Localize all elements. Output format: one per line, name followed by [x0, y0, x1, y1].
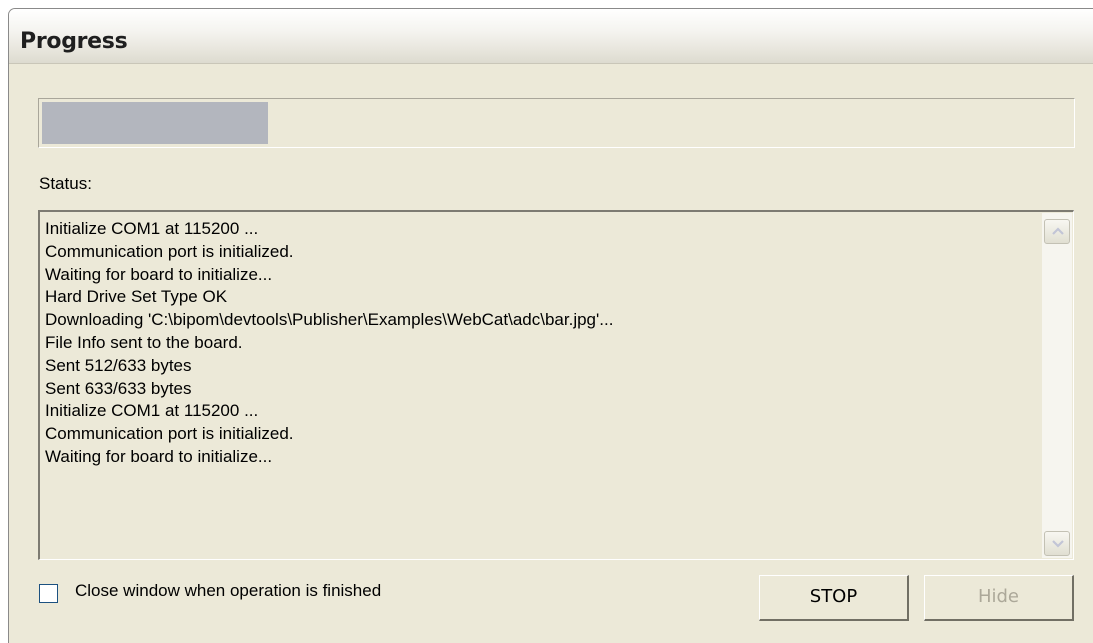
status-label: Status:	[39, 174, 92, 193]
status-log-line: Hard Drive Set Type OK	[45, 287, 228, 307]
progress-dialog: Progress Status: Initialize COM1 at 1152…	[8, 8, 1093, 643]
close-when-finished-label[interactable]: Close window when operation is finished	[75, 581, 381, 601]
status-log-scrollbar[interactable]	[1042, 213, 1072, 558]
hide-button[interactable]: Hide	[924, 575, 1074, 621]
status-log-line: Communication port is initialized.	[45, 424, 294, 444]
scroll-up-button[interactable]	[1044, 219, 1070, 244]
status-log-line: Waiting for board to initialize...	[45, 446, 273, 466]
status-log-line: Initialize COM1 at 115200 ...	[45, 219, 259, 238]
stop-button[interactable]: STOP	[759, 575, 909, 621]
close-when-finished-checkbox[interactable]	[39, 584, 58, 603]
scroll-down-button[interactable]	[1044, 531, 1070, 556]
status-log-line: Sent 512/633 bytes	[45, 355, 192, 375]
window-title: Progress	[20, 29, 128, 54]
progress-bar	[38, 98, 1075, 148]
status-log-line: Communication port is initialized.	[45, 241, 294, 261]
title-bar[interactable]: Progress	[9, 9, 1093, 64]
status-log-line: File Info sent to the board.	[45, 332, 243, 352]
status-log-lines: Initialize COM1 at 115200 ... Communicati…	[45, 218, 1037, 469]
chevron-down-icon	[1052, 540, 1064, 548]
chevron-up-icon	[1052, 227, 1064, 235]
status-log-line: Waiting for board to initialize...	[45, 264, 273, 284]
status-log-line: Sent 633/633 bytes	[45, 378, 192, 398]
status-log[interactable]: Initialize COM1 at 115200 ... Communicati…	[38, 210, 1074, 560]
status-log-line: Downloading 'C:\bipom\devtools\Publisher…	[45, 310, 614, 330]
progress-bar-fill	[42, 102, 269, 144]
status-log-line: Initialize COM1 at 115200 ...	[45, 401, 259, 421]
